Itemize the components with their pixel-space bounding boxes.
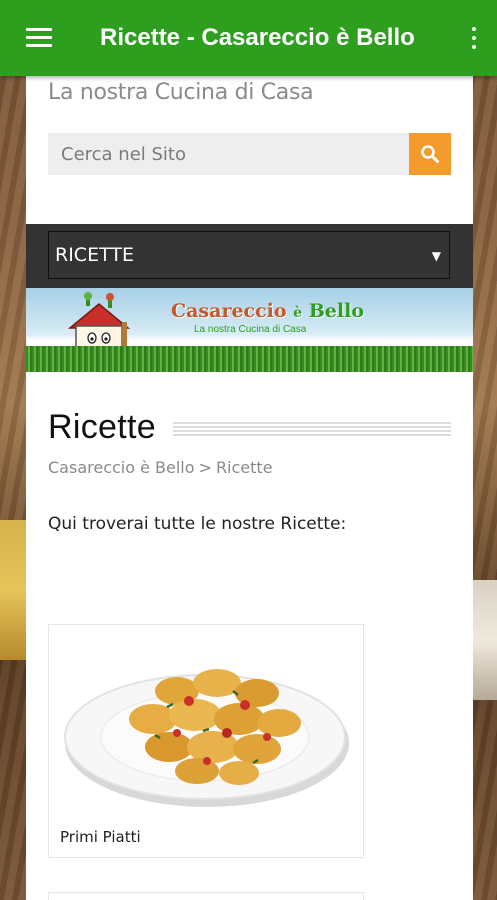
navigation-select[interactable]: RICETTE ▼ xyxy=(48,231,450,279)
search-button[interactable] xyxy=(409,133,451,175)
app-bar: Ricette - Casareccio è Bello xyxy=(0,0,497,76)
navigation-bar: RICETTE ▼ xyxy=(26,224,473,288)
app-title: Ricette - Casareccio è Bello xyxy=(100,24,415,51)
intro-text: Qui troverai tutte le nostre Ricette: xyxy=(48,514,347,534)
dropdown-arrow-icon: ▼ xyxy=(431,249,441,263)
page-panel: La nostra Cucina di Casa RICETTE ▼ xyxy=(26,76,473,900)
search-icon xyxy=(421,145,439,163)
background-food-right xyxy=(473,580,497,700)
banner-logo-title-part1: Casareccio xyxy=(171,300,287,322)
navigation-select-value: RICETTE xyxy=(55,244,134,266)
search-input[interactable] xyxy=(48,133,409,175)
banner-grass xyxy=(26,346,473,372)
site-tagline: La nostra Cucina di Casa xyxy=(48,80,314,105)
search-bar xyxy=(48,133,451,175)
breadcrumb-home-link[interactable]: Casareccio è Bello xyxy=(48,458,195,477)
page-title: Ricette xyxy=(48,408,156,446)
overflow-menu-icon[interactable] xyxy=(471,27,477,49)
hamburger-menu-icon[interactable] xyxy=(26,28,54,48)
breadcrumb-separator: > xyxy=(198,458,212,477)
tortellini-plate-image xyxy=(64,669,349,807)
category-card-primi-piatti[interactable]: Primi Piatti xyxy=(48,624,364,858)
breadcrumb-current: Ricette xyxy=(215,458,273,477)
card-label: Primi Piatti xyxy=(60,828,141,846)
banner-logo-title-part3: Bello xyxy=(308,300,365,322)
banner-logo-subtitle: La nostra Cucina di Casa xyxy=(194,324,307,335)
banner-logo-title-part2: è xyxy=(293,305,303,321)
breadcrumb: Casareccio è Bello > Ricette xyxy=(48,458,273,477)
category-card-next[interactable] xyxy=(48,892,364,900)
banner-logo-title: Casareccio è Bello xyxy=(171,300,364,322)
background-food-left xyxy=(0,520,26,660)
site-banner[interactable]: Casareccio è Bello La nostra Cucina di C… xyxy=(26,288,473,372)
title-divider xyxy=(173,420,451,436)
